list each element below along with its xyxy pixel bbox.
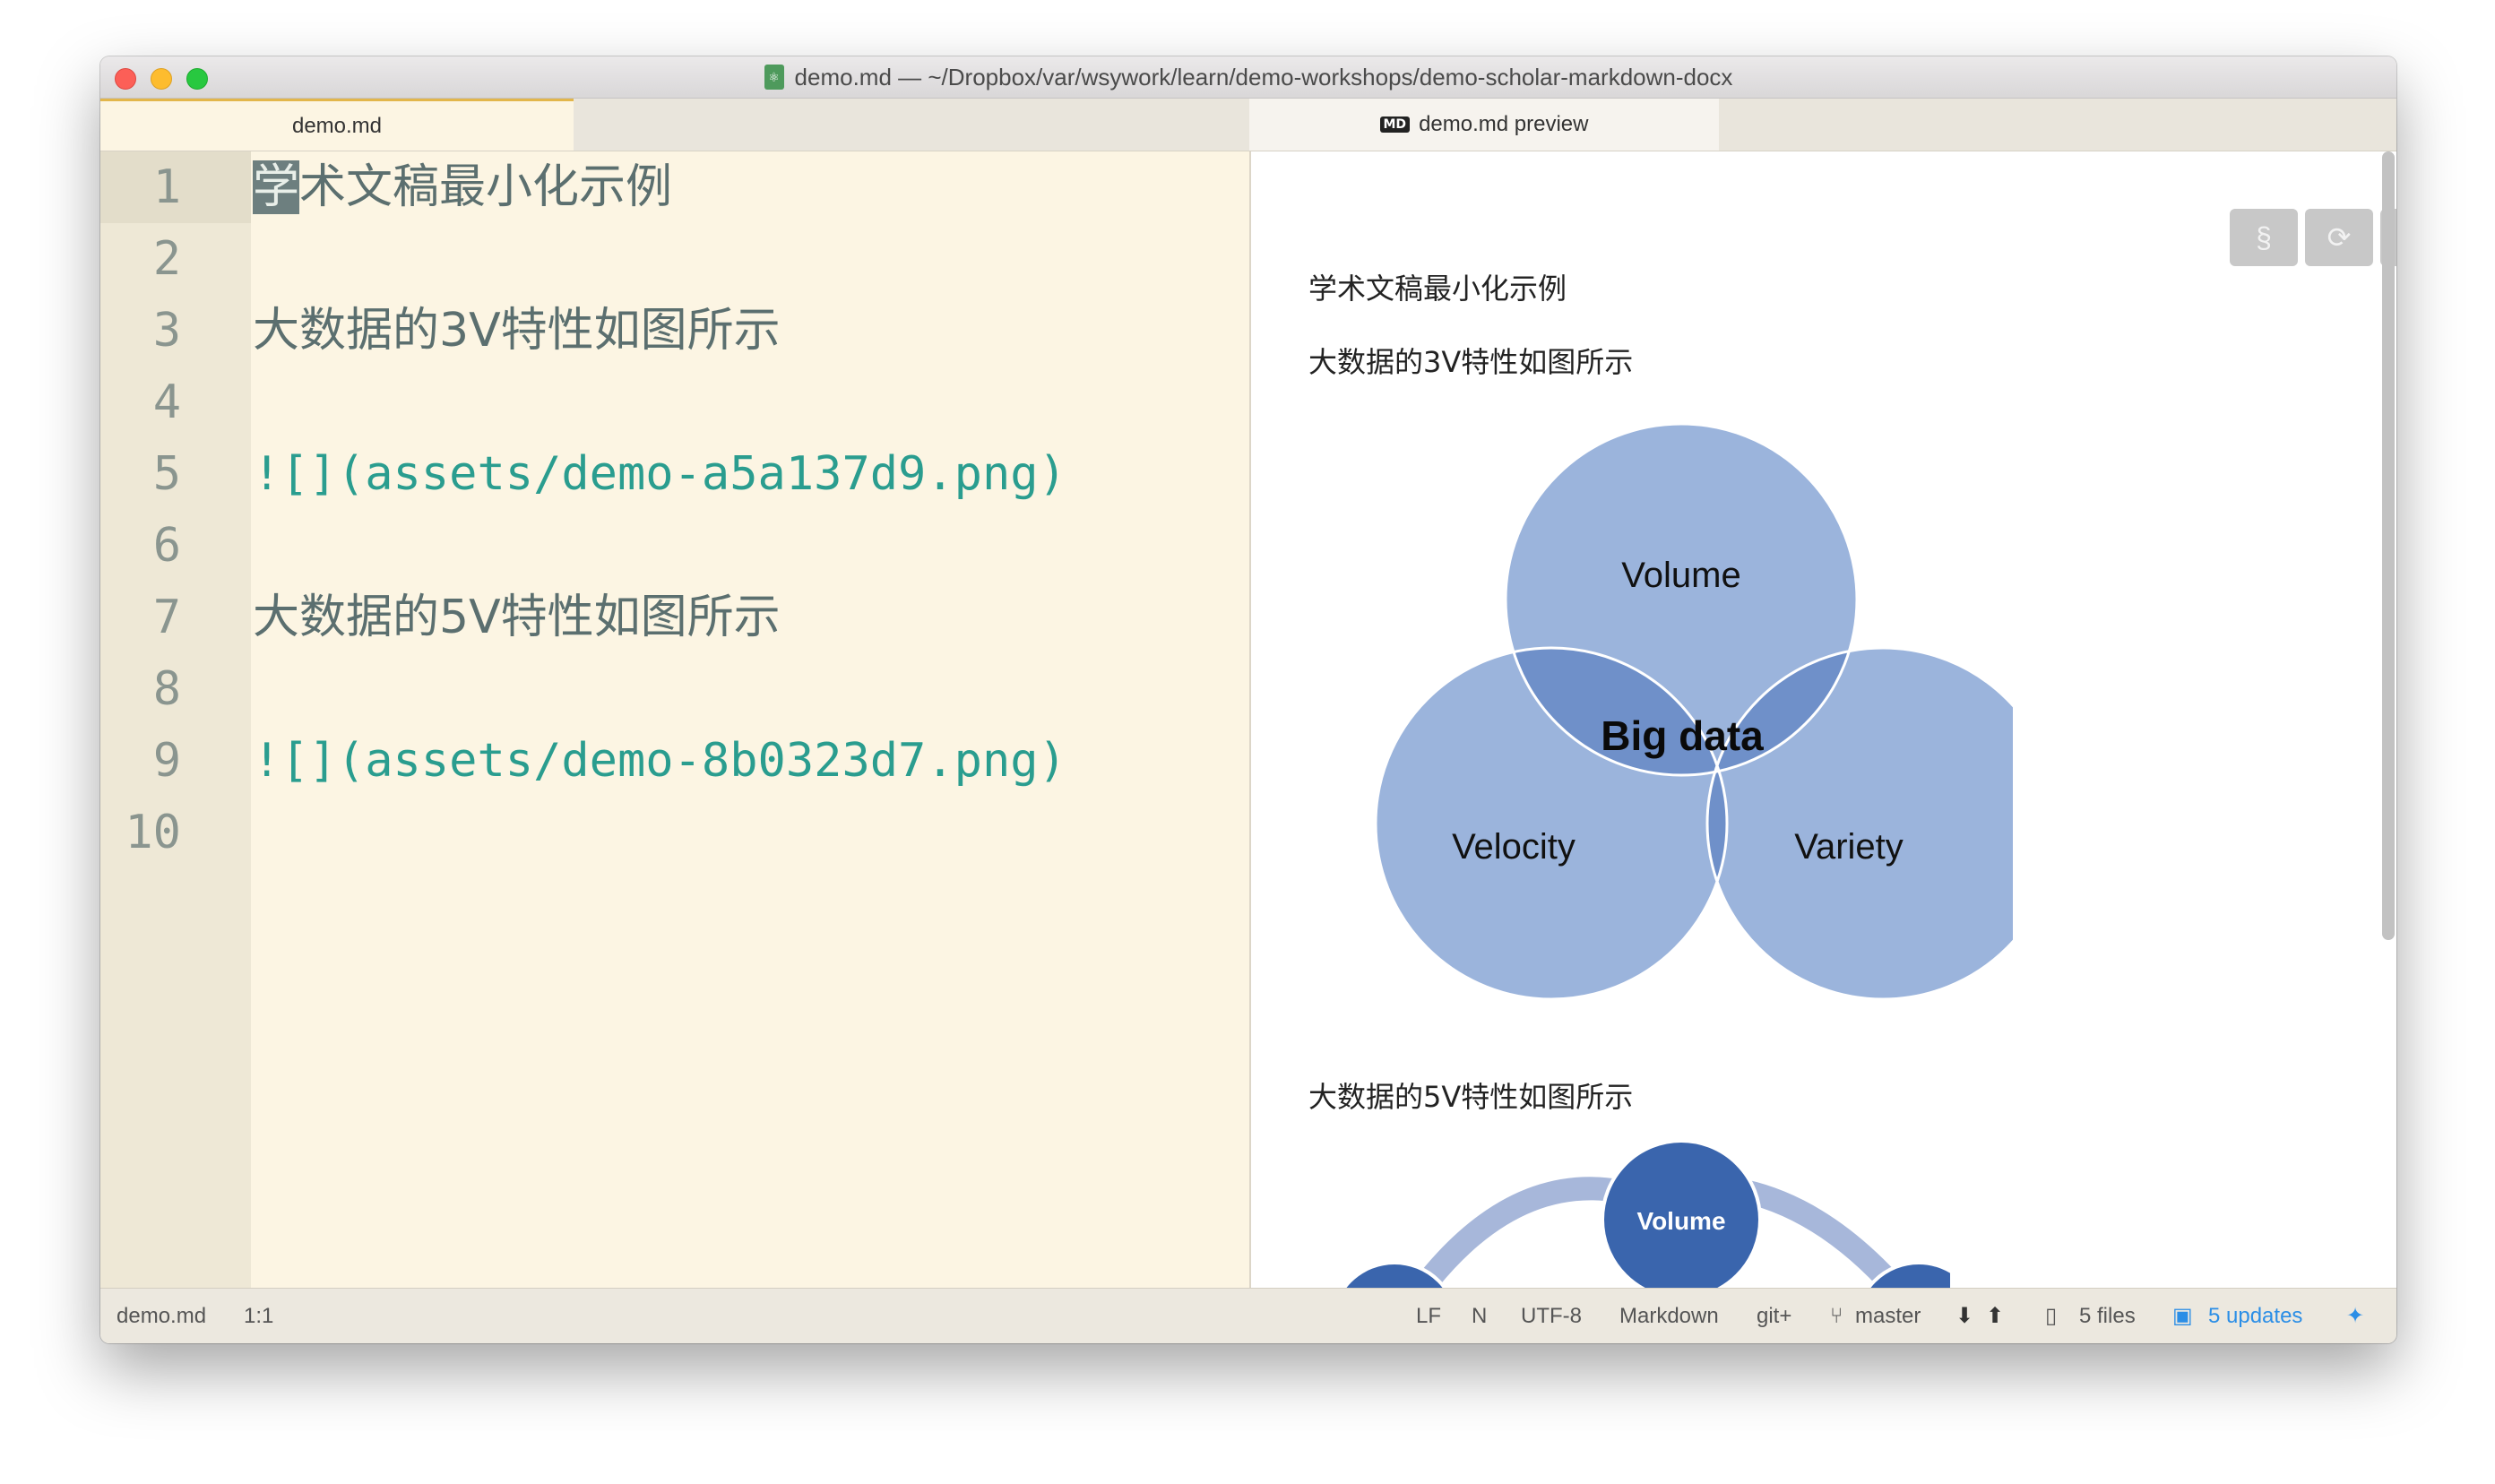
file-diff-icon: ▯: [2045, 1304, 2058, 1328]
line-number: 3: [152, 304, 181, 358]
branch-icon: ⑂: [1830, 1304, 1843, 1328]
line-number: 8: [152, 662, 181, 716]
tab-preview[interactable]: MD demo.md preview: [1249, 99, 1719, 151]
status-branch[interactable]: master: [1855, 1289, 1921, 1343]
status-encoding[interactable]: UTF-8: [1521, 1289, 1582, 1343]
five-v-ring-left: [1412, 1177, 1621, 1288]
tab-preview-label: demo.md preview: [1419, 112, 1589, 136]
code-line-1[interactable]: 学术文稿最小化示例: [253, 151, 672, 223]
code-line-5[interactable]: ![](assets/demo-a5a137d9.png): [253, 438, 1066, 510]
venn-label-velocity: Velocity: [1452, 827, 1576, 867]
status-n[interactable]: N: [1472, 1289, 1487, 1343]
status-bar: demo.md 1:1 LF N UTF-8 Markdown git+ ⑂ m…: [100, 1288, 2396, 1343]
preview-pane[interactable]: § ⟳ ⬆ 学术文稿最小化示例 大数据的3V特性如图所示 Volume: [1251, 151, 2396, 1288]
line-number-gutter: 1 2 3 4 5 6 7 8 9 10: [100, 151, 251, 1288]
code-line-9[interactable]: ![](assets/demo-8b0323d7.png): [253, 725, 1066, 797]
preview-title: 学术文稿最小化示例: [1308, 272, 1567, 306]
push-up-icon[interactable]: ⬆: [1986, 1289, 2004, 1343]
status-updates[interactable]: 5 updates: [2208, 1289, 2302, 1343]
section-button[interactable]: §: [2230, 209, 2298, 266]
editor-pane[interactable]: 1 2 3 4 5 6 7 8 9 10 学术文稿最小化示例 大数据的3V特性如…: [100, 151, 1251, 1288]
window-title-group: ⚛ demo.md — ~/Dropbox/var/wsywork/learn/…: [100, 56, 2396, 98]
line-number: 7: [152, 591, 181, 644]
line-number: 6: [152, 519, 181, 573]
refresh-button[interactable]: ⟳: [2305, 209, 2373, 266]
status-git[interactable]: git+: [1757, 1289, 1791, 1343]
squirrel-icon[interactable]: ✦: [2346, 1289, 2364, 1343]
atom-document-icon: ⚛: [764, 65, 784, 90]
status-cursor-position[interactable]: 1:1: [244, 1289, 273, 1343]
title-bar: ⚛ demo.md — ~/Dropbox/var/wsywork/learn/…: [100, 56, 2396, 99]
fetch-down-icon[interactable]: ⬇: [1955, 1289, 1973, 1343]
venn-diagram-3v: Volume Velocity Variety Big data: [1374, 422, 2013, 1001]
preview-scrollbar[interactable]: [2382, 151, 2395, 940]
line-number: 9: [152, 734, 181, 788]
status-line-ending[interactable]: LF: [1416, 1289, 1441, 1343]
text-cursor: 学: [253, 160, 300, 214]
status-file-name[interactable]: demo.md: [117, 1289, 206, 1343]
line-number: 1: [152, 160, 181, 214]
status-grammar[interactable]: Markdown: [1619, 1289, 1719, 1343]
line-number: 4: [152, 375, 181, 429]
preview-paragraph-5v: 大数据的5V特性如图所示: [1308, 1080, 1634, 1114]
line-number: 10: [125, 806, 181, 859]
package-icon: ▣: [2172, 1304, 2193, 1328]
venn-label-center: Big data: [1601, 712, 1764, 759]
code-line-3[interactable]: 大数据的3V特性如图所示: [253, 295, 781, 367]
line-number: 2: [152, 232, 181, 286]
five-v-diagram: Volume: [1342, 1139, 1950, 1288]
status-files[interactable]: 5 files: [2079, 1289, 2136, 1343]
five-v-label-volume: Volume: [1636, 1207, 1725, 1235]
markdown-icon: MD: [1379, 116, 1411, 133]
tab-editor-label: demo.md: [291, 113, 383, 138]
tab-editor[interactable]: demo.md: [100, 99, 574, 151]
window-title: demo.md — ~/Dropbox/var/wsywork/learn/de…: [794, 63, 1733, 91]
venn-label-volume: Volume: [1621, 556, 1740, 595]
code-line-7[interactable]: 大数据的5V特性如图所示: [253, 582, 781, 653]
preview-paragraph-3v: 大数据的3V特性如图所示: [1308, 345, 1634, 379]
venn-label-variety: Variety: [1794, 827, 1904, 867]
code-line-1-text: 术文稿最小化示例: [299, 160, 673, 214]
app-window: ⚛ demo.md — ~/Dropbox/var/wsywork/learn/…: [100, 56, 2396, 1343]
tab-bar: demo.md MD demo.md preview: [100, 99, 2396, 151]
line-number: 5: [152, 447, 181, 501]
five-v-ring-right: [1741, 1179, 1905, 1288]
